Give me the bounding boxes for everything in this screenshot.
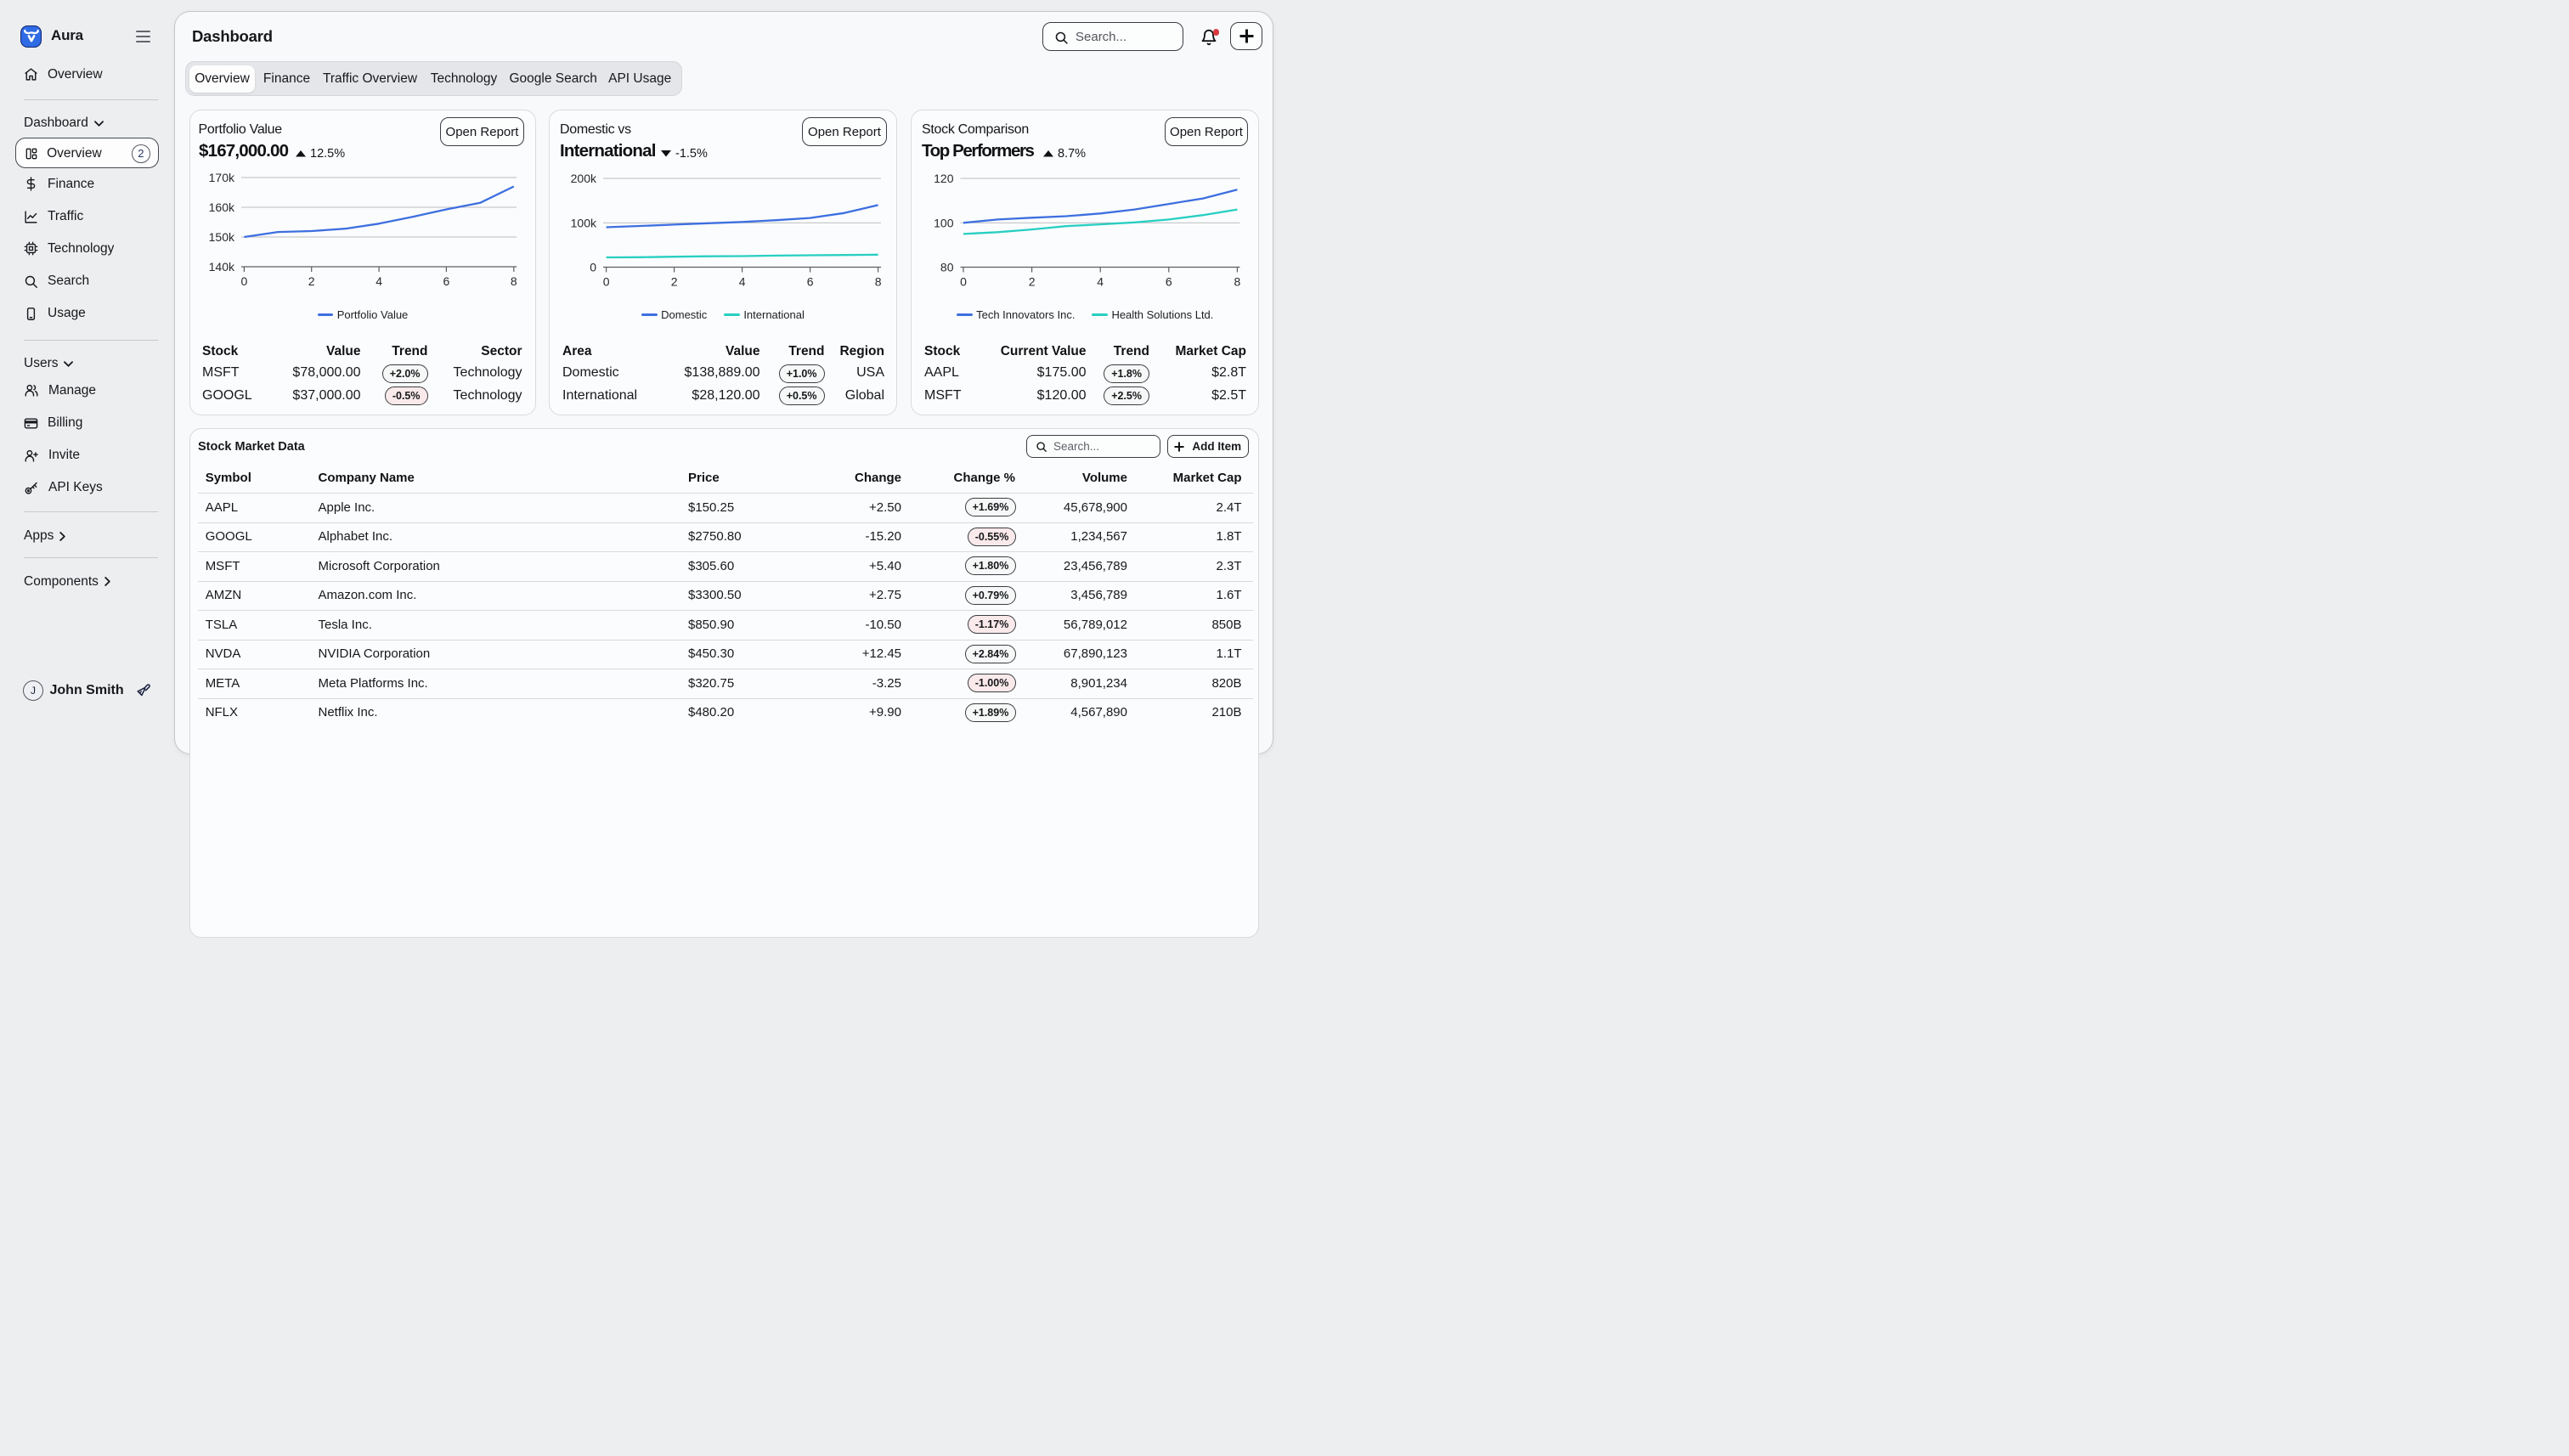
svg-text:100: 100 bbox=[934, 216, 954, 229]
svg-text:170k: 170k bbox=[209, 171, 235, 184]
svg-text:100k: 100k bbox=[571, 216, 597, 229]
svg-text:0: 0 bbox=[590, 261, 596, 274]
svg-text:8: 8 bbox=[1234, 275, 1240, 289]
svg-text:2: 2 bbox=[308, 274, 315, 288]
svg-text:8: 8 bbox=[875, 275, 882, 289]
svg-text:6: 6 bbox=[807, 275, 814, 289]
svg-text:200k: 200k bbox=[571, 172, 597, 185]
svg-text:80: 80 bbox=[940, 261, 953, 274]
svg-text:2: 2 bbox=[671, 275, 678, 289]
svg-text:140k: 140k bbox=[209, 260, 235, 274]
svg-text:0: 0 bbox=[603, 275, 610, 289]
svg-text:2: 2 bbox=[1028, 275, 1035, 289]
svg-text:120: 120 bbox=[934, 172, 954, 185]
svg-text:6: 6 bbox=[1165, 275, 1172, 289]
svg-text:8: 8 bbox=[511, 274, 517, 288]
svg-text:4: 4 bbox=[739, 275, 746, 289]
svg-text:160k: 160k bbox=[209, 200, 235, 214]
svg-text:150k: 150k bbox=[209, 230, 235, 244]
svg-text:4: 4 bbox=[1097, 275, 1104, 289]
svg-text:6: 6 bbox=[443, 274, 450, 288]
svg-text:0: 0 bbox=[241, 274, 248, 288]
svg-text:0: 0 bbox=[960, 275, 967, 289]
svg-text:4: 4 bbox=[375, 274, 382, 288]
